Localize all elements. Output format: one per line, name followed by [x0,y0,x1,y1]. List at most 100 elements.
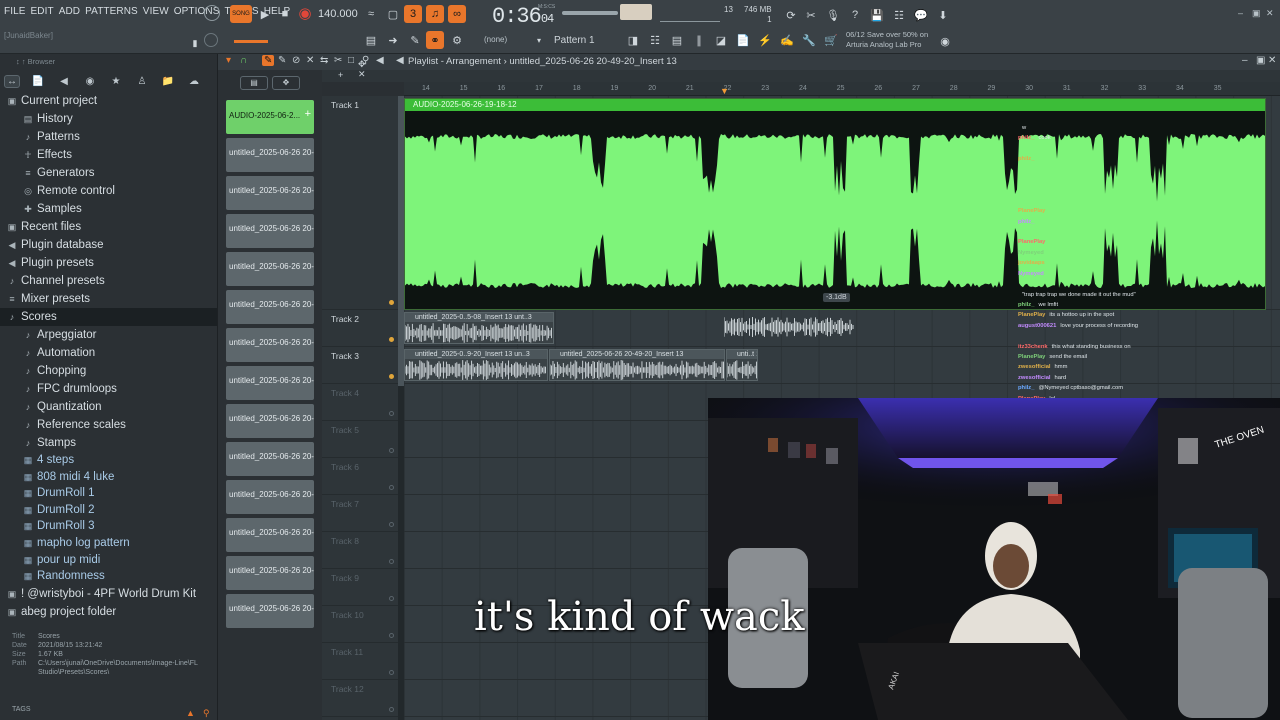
plugin-icon[interactable]: ◉ [82,76,98,87]
mute-tool-icon[interactable]: ✕ [306,55,314,66]
picker-clip[interactable]: untitled_2025-06-26 20-... [226,290,314,324]
speaker-icon[interactable]: ◀ [56,76,72,87]
browser-icon[interactable]: 📄 [734,31,752,49]
picker-clip[interactable]: untitled_2025-06-26 20-... [226,138,314,172]
save-icon[interactable]: 💾 [868,6,886,24]
picker-mode-b[interactable]: ✥ [272,76,300,90]
menu-add[interactable]: ADD [59,6,80,17]
picker-clip[interactable]: untitled_2025-06-26 20-... [226,214,314,248]
plug-icon[interactable]: ⚡ [756,31,774,49]
wrench-icon[interactable]: 🔧 [800,31,818,49]
picker-clip[interactable]: untitled_2025-06-26 20-... [226,328,314,362]
track-header[interactable]: Track 4 [322,384,398,421]
browser-file[interactable]: ▦ DrumRoll 2 [0,502,217,519]
track-mute-led[interactable] [389,633,394,638]
track-mute-led[interactable] [389,485,394,490]
star-icon[interactable]: ★ [108,76,124,87]
cut-icon[interactable]: ✂ [802,6,820,24]
paint-tool-icon[interactable]: ✎ [278,55,286,66]
track-header[interactable]: Track 1 [322,96,398,310]
news-ticker[interactable]: 06/12 Save over 50% on Arturia Analog Lab… [846,30,928,50]
audio-clip-track2-b[interactable] [724,312,854,344]
step-edit-icon[interactable]: ♫ [426,5,444,23]
menu-view[interactable]: VIEW [143,6,169,17]
track-header[interactable]: Track 11 [322,643,398,680]
menu-patterns[interactable]: PATTERNS [85,6,138,17]
browser-item[interactable]: ▣ Current project [0,92,217,110]
browser-item[interactable]: ♪ Chopping [0,362,217,380]
master-volume-slider[interactable] [562,11,618,15]
browser-item[interactable]: ♪ Quantization [0,398,217,416]
arrow-right-icon[interactable]: ➜ [384,31,402,49]
pattern-selector[interactable]: Pattern 1 [554,33,630,49]
wait-icon[interactable]: ≈ [362,5,380,23]
browser-item[interactable]: ♪ Channel presets [0,272,217,290]
picker-clip[interactable]: untitled_2025-06-26 20-... [226,594,314,628]
browser-file[interactable]: ▦ DrumRoll 1 [0,485,217,502]
picker-clip[interactable]: untitled_2025-06-26 20-... [226,176,314,210]
help-icon[interactable]: ? [846,6,864,24]
menu-edit[interactable]: EDIT [31,6,54,17]
browser-item[interactable]: ✚ Samples [0,200,217,218]
stop-icon[interactable]: ■ [276,5,294,23]
download-icon[interactable]: ⬇ [934,6,952,24]
browser-item[interactable]: ♪ Scores [0,308,217,326]
channel-filter-select[interactable]: (none) [484,35,507,44]
pin-icon[interactable]: ↕ ↑ [16,57,28,66]
track-mute-led[interactable] [389,374,394,379]
minimize-icon[interactable]: – [1242,55,1248,66]
timeline-ruler[interactable]: 14 15 16 17 18 19 20 21 22 23 24 25 26 27 28 29 30 31 32 33… [404,82,1280,96]
picker-clip[interactable]: untitled_2025-06-26 20-... [226,252,314,286]
picker-clip[interactable]: untitled_2025-06-26 20-... [226,404,314,438]
track-mute-led[interactable] [389,300,394,305]
blend-notes-icon[interactable]: 3 [404,5,422,23]
stamp-icon[interactable]: ⚙ [448,31,466,49]
song-mode-toggle[interactable]: SONG [230,5,252,23]
browser-item[interactable]: ♪ FPC drumloops [0,380,217,398]
tempo-display[interactable]: 140.000 [318,8,358,20]
browser-file[interactable]: ▦ DrumRoll 3 [0,518,217,535]
maximize-icon[interactable]: ▣ [1252,8,1261,19]
search-icon[interactable]: ⚲ [203,708,210,719]
countdown-icon[interactable]: ▢ [384,5,402,23]
audio-clip-track3-a[interactable]: untitled_2025-0..9-20_Insert 13 un..3 [404,349,548,381]
slip-tool-icon[interactable]: ⇆ [320,55,328,66]
play-icon[interactable]: ▶ [256,5,274,23]
speaker-icon[interactable]: ◀ [396,55,404,66]
track-mute-led[interactable] [389,596,394,601]
remove-icon[interactable]: ✕ [358,69,366,80]
picker-clip[interactable]: untitled_2025-06-26 20-... [226,366,314,400]
audio-clip-track3-b[interactable]: untitled_2025-06-26 20-49-20_Insert 13 [549,349,725,381]
snap-icon[interactable]: ⚭ [426,31,444,49]
picker-mode-a[interactable]: ▤ [240,76,268,90]
piano-roll-icon[interactable]: ▤ [362,31,380,49]
browser-item[interactable]: ♪ Reference scales [0,416,217,434]
pencil-icon[interactable]: ✎ [406,31,424,49]
track-mute-led[interactable] [389,411,394,416]
playback-tool-icon[interactable]: ◀ [376,55,384,66]
browser-folder[interactable]: ▣ ! @wristyboi - 4PF World Drum Kit [0,585,217,603]
magnet-icon[interactable]: ∩ [240,55,247,66]
folder-icon[interactable]: 📁 [160,76,176,87]
browser-item[interactable]: ≡ Mixer presets [0,290,217,308]
add-track-icon[interactable]: + [338,70,343,80]
chat-icon[interactable]: 💬 [912,6,930,24]
touch-icon[interactable]: ✍ [778,31,796,49]
menu-arrow-icon[interactable]: ▾ [226,55,231,66]
browser-folder[interactable]: ▣ abeg project folder [0,603,217,621]
mic-input-icon[interactable]: ▮ [186,34,204,52]
refresh-icon[interactable]: ⟳ [782,6,800,24]
picker-clip[interactable]: untitled_2025-06-26 20-... [226,518,314,552]
track-header[interactable]: Track 10 [322,606,398,643]
track-header[interactable]: Track 8 [322,532,398,569]
browser-file[interactable]: ▦ 4 steps [0,452,217,469]
globe-icon[interactable]: ◉ [936,32,954,50]
menu-file[interactable]: FILE [4,6,26,17]
close-icon[interactable]: ✕ [1268,55,1276,66]
filter-icon[interactable]: ▲ [186,708,195,718]
picker-clip[interactable]: untitled_2025-06-26 20-... [226,442,314,476]
record-icon[interactable]: ◉ [296,4,314,22]
track-mute-led[interactable] [389,670,394,675]
playhead-marker-icon[interactable]: ▼ [720,86,729,96]
add-clip-icon[interactable]: + [305,108,311,120]
